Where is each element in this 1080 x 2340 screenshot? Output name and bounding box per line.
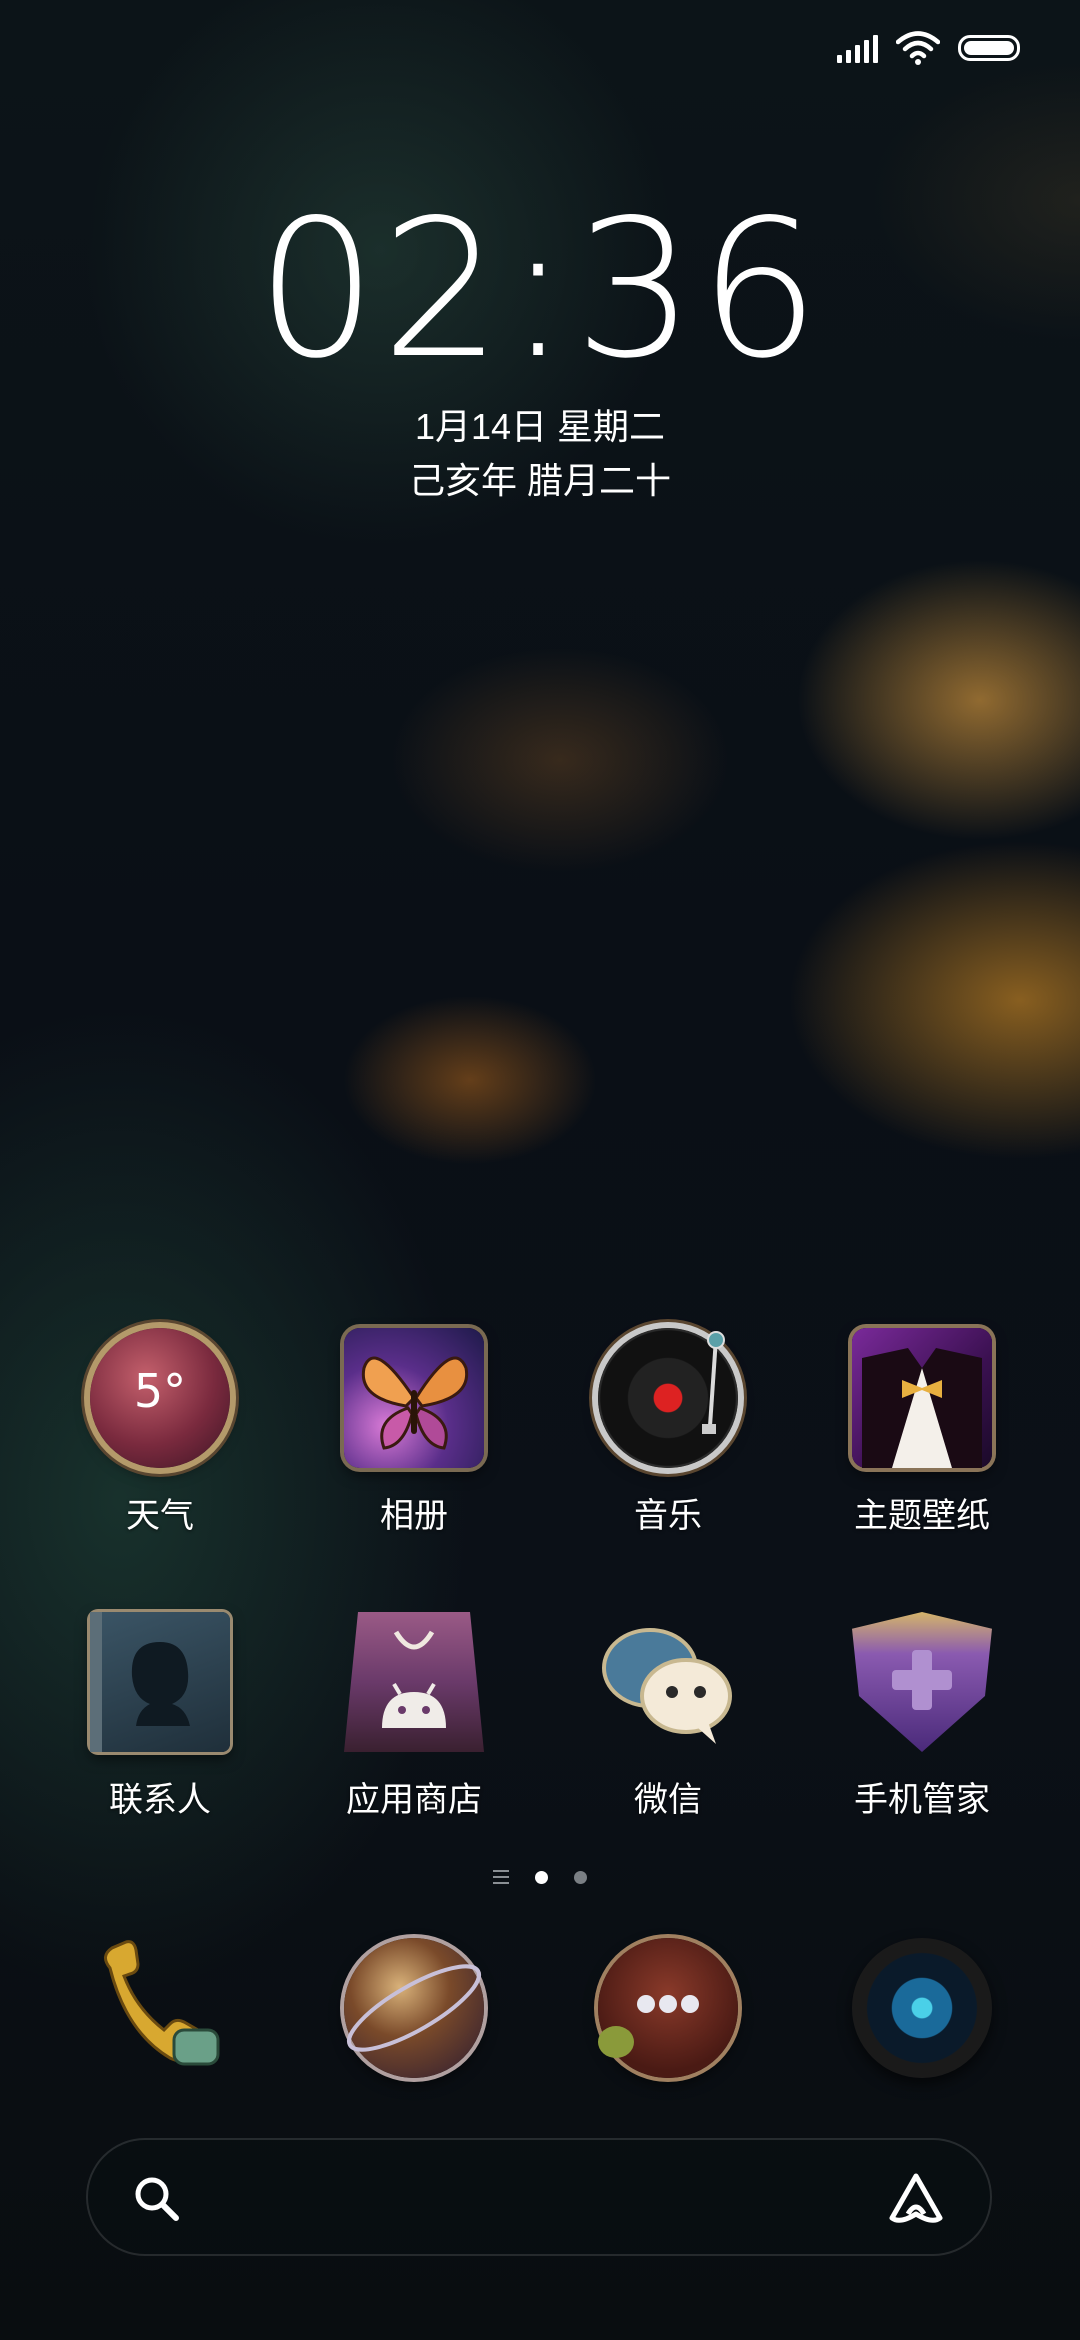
app-security[interactable]: 手机管家 [812,1612,1032,1821]
clock-lunar-date[interactable]: 己亥年 腊月二十 [0,452,1080,504]
signal-bars-icon [837,33,878,63]
status-bar [837,28,1020,68]
app-label: 联系人 [109,1781,211,1819]
search-icon[interactable] [132,2174,182,2224]
wechat-bubbles-icon[interactable] [598,1612,738,1752]
dock-camera[interactable] [812,1938,1032,2078]
search-bar[interactable] [86,2138,992,2256]
page-indicator[interactable] [0,1870,1080,1884]
app-music[interactable]: 音乐 [558,1328,778,1537]
dock-phone[interactable] [50,1938,270,2078]
page-dot-active[interactable] [535,1870,548,1884]
page-dot[interactable] [574,1870,587,1884]
app-label: 主题壁纸 [854,1497,990,1535]
app-contacts[interactable]: 联系人 [50,1612,270,1821]
app-label: 手机管家 [854,1781,990,1819]
music-record-icon[interactable] [598,1328,738,1468]
app-store-bag-icon[interactable] [344,1612,484,1752]
wifi-icon [896,31,940,65]
app-label: 微信 [634,1781,702,1819]
contacts-book-icon[interactable] [90,1612,230,1752]
weather-temperature: 5° [133,1364,187,1418]
page-overview-icon[interactable] [493,1870,509,1884]
app-label: 天气 [126,1497,194,1535]
app-store[interactable]: 应用商店 [304,1612,524,1821]
messages-bubble-icon[interactable] [598,1938,738,2078]
app-weather[interactable]: 5° 天气 [50,1328,270,1537]
camera-lens-icon[interactable] [852,1938,992,2078]
phone-handset-icon[interactable] [90,1938,230,2078]
app-label: 应用商店 [346,1781,482,1819]
dock-messages[interactable] [558,1938,778,2078]
gallery-butterfly-icon[interactable] [344,1328,484,1468]
security-shield-icon[interactable] [852,1612,992,1752]
app-gallery[interactable]: 相册 [304,1328,524,1537]
dock-browser[interactable] [304,1938,524,2078]
battery-icon [958,35,1020,61]
theme-tuxedo-icon[interactable] [852,1328,992,1468]
app-label: 相册 [380,1497,448,1535]
app-label: 音乐 [634,1497,702,1535]
app-themes[interactable]: 主题壁纸 [812,1328,1032,1537]
clock-date[interactable]: 1月14日 星期二 [0,398,1080,450]
browser-globe-icon[interactable] [344,1938,484,2078]
assistant-icon[interactable] [886,2170,946,2226]
app-wechat[interactable]: 微信 [558,1612,778,1821]
clock-time[interactable]: 02:36 [0,195,1080,385]
weather-icon[interactable]: 5° [90,1328,230,1468]
